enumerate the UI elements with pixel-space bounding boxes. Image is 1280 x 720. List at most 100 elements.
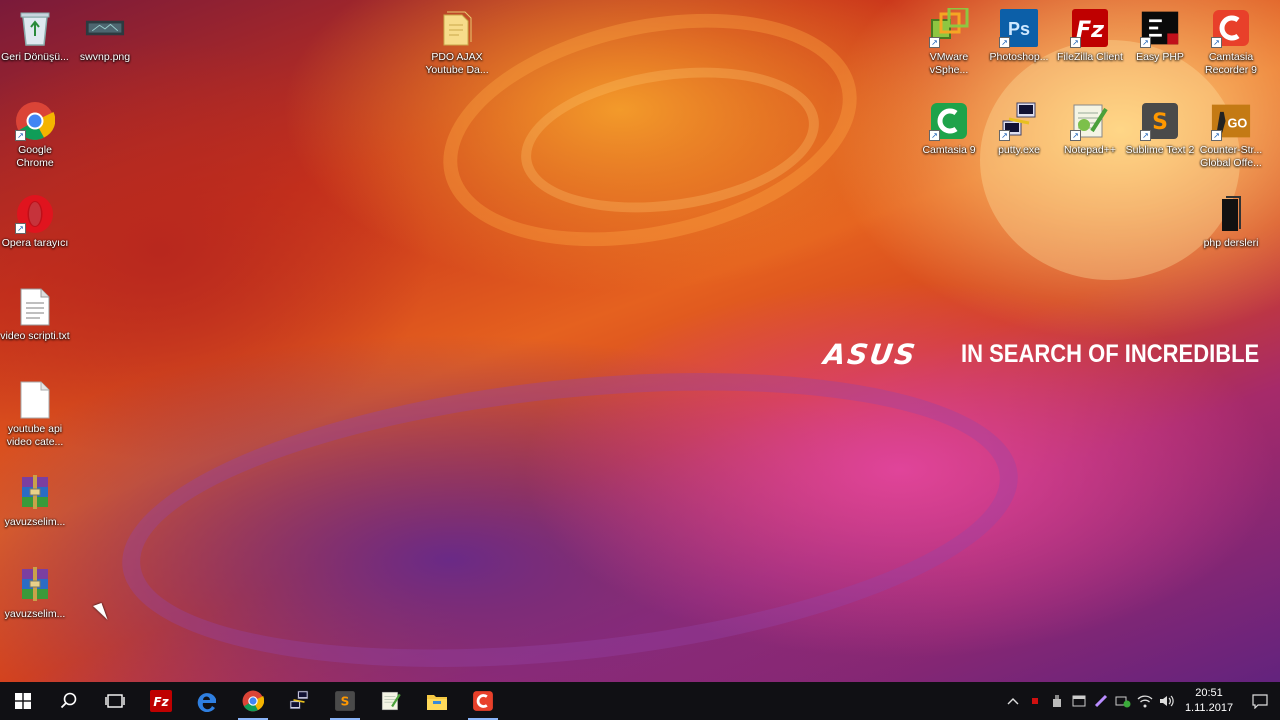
desktop-icon-label: Notepad++	[1064, 144, 1116, 156]
text-file-icon	[15, 287, 55, 327]
folder-icon	[437, 8, 477, 48]
camtasia-recorder-icon	[473, 691, 493, 711]
svg-text:Ps: Ps	[1008, 19, 1030, 39]
tray-app-2[interactable]	[1090, 682, 1112, 720]
chrome-icon	[242, 690, 264, 712]
clock-date: 1.11.2017	[1184, 702, 1234, 714]
desktop-icon-camtasia[interactable]: ↗ Camtasia 9	[914, 101, 984, 157]
desktop-icon-opera[interactable]: ↗ Opera tarayıcı	[0, 194, 70, 250]
desktop-icon-label: php dersleri	[1203, 237, 1259, 249]
system-tray: 20:51 1.11.2017	[1002, 682, 1280, 720]
volume-icon	[1160, 695, 1174, 707]
pen-icon	[1094, 694, 1108, 708]
taskbar-file-explorer[interactable]	[414, 682, 460, 720]
putty-icon: ↗	[999, 101, 1039, 141]
chrome-icon: ↗	[15, 101, 55, 141]
desktop-icon-notepadpp[interactable]: ↗ Notepad++	[1055, 101, 1125, 157]
desktop-icon-label: Easy PHP	[1136, 51, 1184, 63]
desktop-icon-label: Camtasia 9	[922, 144, 976, 156]
tray-app-1[interactable]	[1068, 682, 1090, 720]
desktop-icon-label: swvnp.png	[79, 51, 131, 63]
taskbar-clock[interactable]: 20:51 1.11.2017	[1178, 686, 1240, 716]
wallpaper-brand: ASUS IN SEARCH OF INCREDIBLE	[821, 336, 1264, 372]
csgo-icon: GO ↗	[1211, 101, 1251, 141]
taskbar-camtasia-recorder[interactable]	[460, 682, 506, 720]
image-file-icon	[85, 8, 125, 48]
action-center-button[interactable]	[1240, 682, 1280, 720]
taskbar-notepadpp[interactable]	[368, 682, 414, 720]
photoshop-icon: Ps ↗	[999, 8, 1039, 48]
desktop-icon-camtasia-recorder[interactable]: ↗ Camtasia Recorder 9	[1196, 8, 1266, 77]
desktop-icon-label: yavuzselim...	[4, 516, 66, 528]
desktop-icon-yavuzselim-2[interactable]: yavuzselim...	[0, 565, 70, 621]
desktop-icon-label: VMware vSphe...	[929, 51, 969, 76]
desktop-icon-label: Camtasia Recorder 9	[1205, 51, 1257, 76]
svg-text:GO: GO	[1227, 115, 1247, 130]
tray-wifi[interactable]	[1134, 682, 1156, 720]
desktop-icon-youtube-api[interactable]: youtube api video cate...	[0, 380, 70, 449]
notification-icon	[1252, 694, 1268, 709]
show-hidden-icons-button[interactable]	[1002, 682, 1024, 720]
desktop-icon-php-dersleri[interactable]: php dersleri	[1196, 194, 1266, 250]
brand-slogan: IN SEARCH OF INCREDIBLE	[960, 339, 1259, 368]
desktop-icon-vmware[interactable]: ↗ VMware vSphe...	[914, 8, 984, 77]
opera-icon: ↗	[15, 194, 55, 234]
record-icon	[1032, 698, 1038, 704]
camtasia-recorder-icon: ↗	[1211, 8, 1251, 48]
desktop-icon-label: FileZilla Client	[1057, 51, 1123, 63]
clock-time: 20:51	[1195, 687, 1223, 699]
tray-recording-indicator[interactable]	[1024, 682, 1046, 720]
wifi-icon	[1137, 695, 1153, 708]
network-status-icon	[1115, 696, 1131, 708]
blank-file-icon	[15, 380, 55, 420]
mouse-cursor	[93, 602, 108, 623]
asus-logo: ASUS	[821, 337, 920, 371]
desktop-icon-label: youtube api video cate...	[6, 423, 64, 448]
task-view-icon	[105, 694, 125, 708]
notepadpp-icon	[381, 691, 401, 711]
wallpaper-swirl	[107, 333, 1033, 707]
desktop-icon-label: PDO AJAX Youtube Da...	[425, 51, 489, 76]
easyphp-icon: ↗	[1140, 8, 1180, 48]
desktop-icon-chrome[interactable]: ↗ Google Chrome	[0, 101, 70, 170]
taskbar-chrome[interactable]	[230, 682, 276, 720]
desktop-icon-swvnp[interactable]: swvnp.png	[70, 8, 140, 64]
camtasia-icon: ↗	[929, 101, 969, 141]
winrar-archive-icon	[15, 473, 55, 513]
start-button[interactable]	[0, 682, 46, 720]
desktop-icon-label: Sublime Text 2	[1125, 144, 1195, 156]
desktop-icon-pdo-ajax[interactable]: PDO AJAX Youtube Da...	[422, 8, 492, 77]
taskbar-filezilla[interactable]: Fz	[138, 682, 184, 720]
taskbar-edge[interactable]	[184, 682, 230, 720]
desktop-icon-sublime[interactable]: S ↗ Sublime Text 2	[1125, 101, 1195, 157]
desktop-icon-video-scripti[interactable]: video scripti.txt	[0, 287, 70, 343]
desktop: Geri Dönüşü... ↗ Google Chrome ↗ Opera t…	[0, 0, 1280, 707]
desktop-icon-easyphp[interactable]: ↗ Easy PHP	[1125, 8, 1195, 64]
taskbar-putty[interactable]	[276, 682, 322, 720]
desktop-icon-csgo[interactable]: GO ↗ Counter-Str... Global Offe...	[1196, 101, 1266, 170]
taskbar-sublime[interactable]: S	[322, 682, 368, 720]
search-button[interactable]	[46, 682, 92, 720]
desktop-icon-putty[interactable]: ↗ putty.exe	[984, 101, 1054, 157]
desktop-icon-label: yavuzselim...	[4, 608, 66, 620]
winrar-archive-icon	[15, 565, 55, 605]
usb-icon	[1053, 695, 1061, 707]
svg-text:S: S	[1152, 110, 1168, 135]
wallpaper-swirl	[511, 49, 829, 231]
desktop-icon-yavuzselim-1[interactable]: yavuzselim...	[0, 473, 70, 529]
desktop-icon-label: Google Chrome	[16, 144, 54, 169]
taskbar: Fz S 20:51 1.11.2017	[0, 682, 1280, 720]
desktop-icon-photoshop[interactable]: Ps ↗ Photoshop...	[984, 8, 1054, 64]
desktop-icon-recycle-bin[interactable]: Geri Dönüşü...	[0, 8, 70, 64]
svg-text:S: S	[341, 694, 350, 708]
sublime-text-icon: S ↗	[1140, 101, 1180, 141]
tray-usb[interactable]	[1046, 682, 1068, 720]
desktop-icon-label: Photoshop...	[989, 51, 1049, 63]
task-view-button[interactable]	[92, 682, 138, 720]
desktop-icon-filezilla[interactable]: Fz ↗ FileZilla Client	[1055, 8, 1125, 64]
svg-text:Fz: Fz	[153, 695, 169, 709]
recycle-bin-icon	[15, 8, 55, 48]
tray-volume[interactable]	[1156, 682, 1178, 720]
chevron-up-icon	[1007, 698, 1019, 705]
tray-app-3[interactable]	[1112, 682, 1134, 720]
